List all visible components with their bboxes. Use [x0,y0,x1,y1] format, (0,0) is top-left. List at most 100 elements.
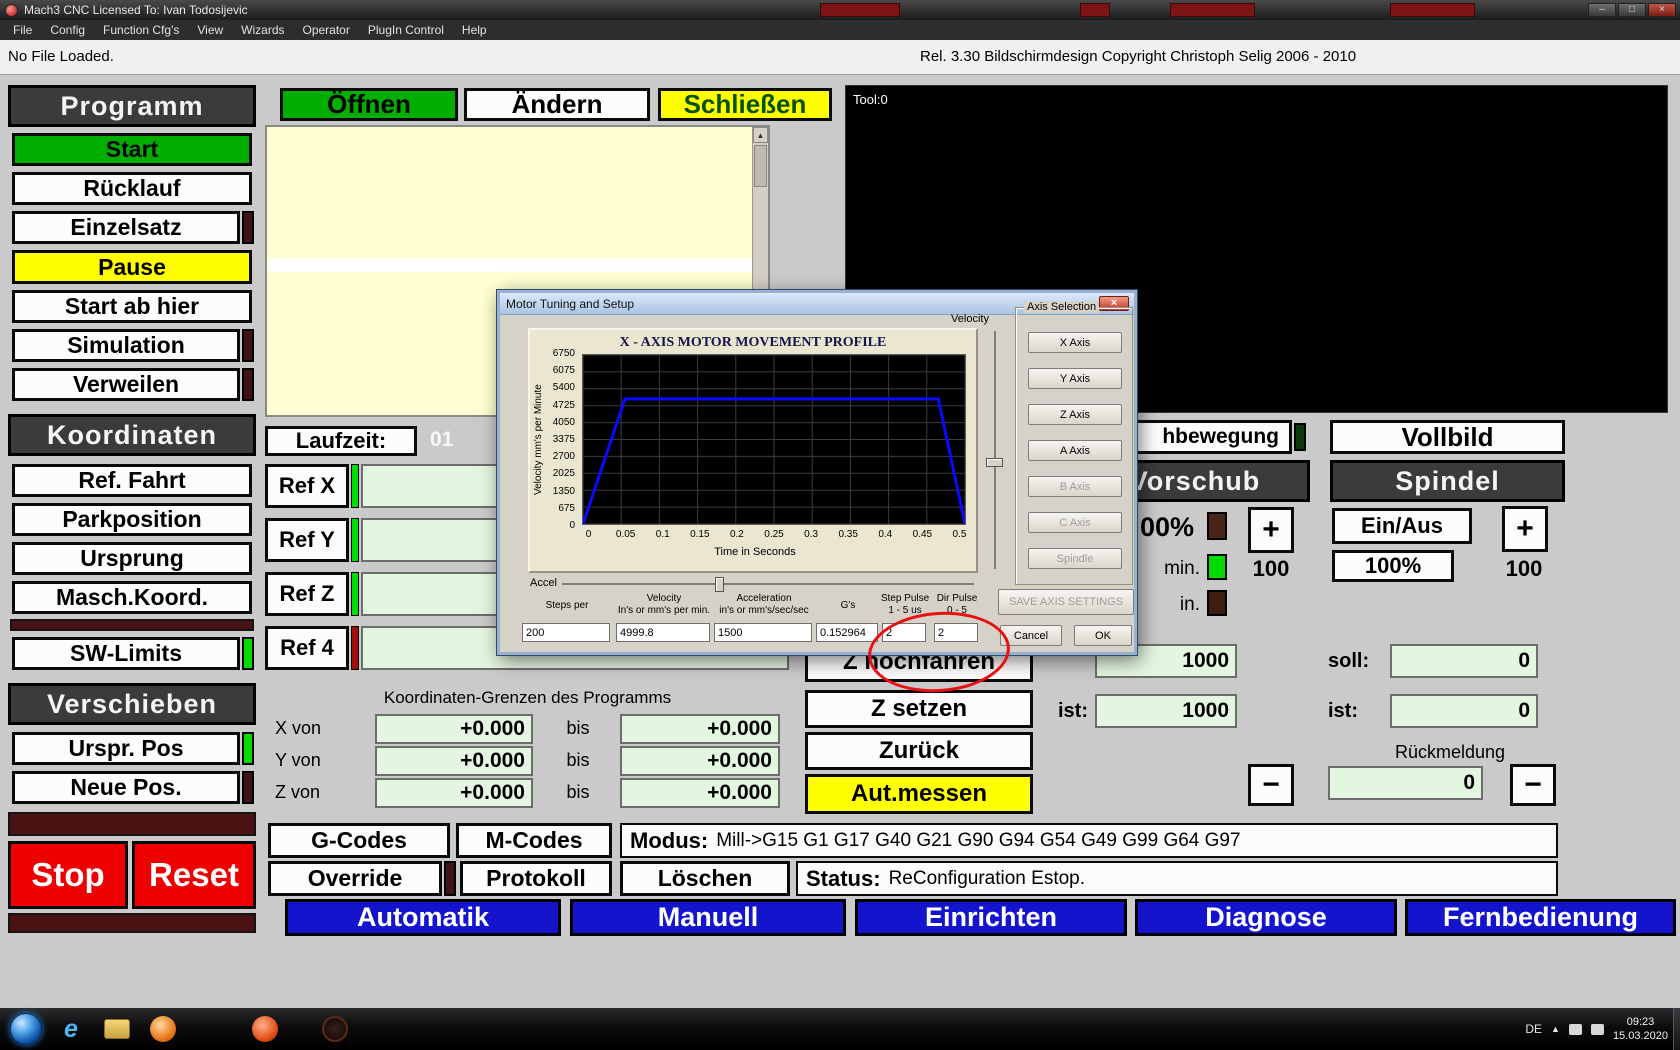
taskbar-clock[interactable]: 09:23 15.03.2020 [1613,1015,1668,1043]
aut-messen-button[interactable]: Aut.messen [805,774,1033,814]
step-pulse-label: Step Pulse [880,593,930,604]
scrollbar-thumb[interactable] [754,145,767,187]
accel-slider[interactable] [562,583,974,585]
ref-y-button[interactable]: Ref Y [265,518,349,562]
g-codes-button[interactable]: G-Codes [268,823,450,858]
steps-per-input[interactable] [522,623,610,642]
browser-ball-icon[interactable] [252,1016,278,1042]
pause-button[interactable]: Pause [12,250,252,284]
zurueck-button[interactable]: Zurück [805,732,1033,770]
x-tick-label: 0 [585,529,592,540]
vorschub-plus-button[interactable]: + [1248,507,1294,553]
start-orb-icon[interactable] [10,1013,42,1045]
sw-limits-button[interactable]: SW-Limits [12,637,240,670]
tab-diagnose[interactable]: Diagnose [1135,899,1397,936]
urspr-pos-button[interactable]: Urspr. Pos [12,732,240,765]
ref-fahrt-button[interactable]: Ref. Fahrt [12,464,252,497]
loeschen-button[interactable]: Löschen [620,861,790,896]
override-button[interactable]: Override [268,861,442,896]
start-ab-hier-button[interactable]: Start ab hier [12,290,252,323]
spindel-ein-aus-button[interactable]: Ein/Aus [1332,508,1472,544]
neue-pos-button[interactable]: Neue Pos. [12,771,240,804]
schliessen-button[interactable]: Schließen [658,88,832,121]
media-player-icon[interactable] [150,1016,176,1042]
ruecklauf-button[interactable]: Rücklauf [12,172,252,205]
steps-per-label: Steps per [545,600,589,611]
vorschub-led-3 [1207,590,1227,616]
tab-fernbedienung[interactable]: Fernbedienung [1405,899,1676,936]
menu-config[interactable]: Config [41,20,94,40]
minimize-icon[interactable]: – [1588,3,1616,17]
b-axis-button[interactable]: B Axis [1028,476,1122,497]
vollbild-button[interactable]: Vollbild [1330,420,1565,454]
ref-z-button[interactable]: Ref Z [265,572,349,616]
reset-button[interactable]: Reset [132,841,256,909]
z-axis-button[interactable]: Z Axis [1028,404,1122,425]
acceleration-input[interactable] [714,623,812,642]
menu-help[interactable]: Help [453,20,496,40]
velocity-slider-thumb[interactable] [986,458,1003,467]
accel-slider-thumb[interactable] [715,577,724,592]
vorschub-led-1 [1207,512,1227,540]
a-axis-button[interactable]: A Axis [1028,440,1122,461]
start-button[interactable]: Start [12,133,252,166]
mach3-taskbar-icon[interactable] [322,1016,348,1042]
scroll-up-icon[interactable]: ▲ [753,127,768,143]
mach3-main-window: Mach3 CNC Licensed To: Ivan Todosijevic … [0,0,1680,1050]
tab-manuell[interactable]: Manuell [570,899,846,936]
network-icon[interactable] [1568,1023,1582,1035]
close-icon[interactable]: × [1648,3,1676,17]
vorschub-ist-label: ist: [1058,700,1088,722]
menu-operator[interactable]: Operator [294,20,359,40]
y-axis-button[interactable]: Y Axis [1028,368,1122,389]
parkposition-button[interactable]: Parkposition [12,503,252,536]
ok-button[interactable]: OK [1074,625,1132,646]
x-axis-button[interactable]: X Axis [1028,332,1122,353]
volume-icon[interactable] [1590,1023,1604,1035]
velocity-slider[interactable] [994,331,996,569]
tab-automatik[interactable]: Automatik [285,899,561,936]
tab-einrichten[interactable]: Einrichten [855,899,1127,936]
protokoll-button[interactable]: Protokoll [460,861,612,896]
vorschub-override-value: 00% [1140,512,1195,542]
verweilen-button[interactable]: Verweilen [12,368,240,401]
oeffnen-button[interactable]: Öffnen [280,88,458,121]
menu-file[interactable]: File [4,20,41,40]
menu-view[interactable]: View [188,20,232,40]
x-tick-label: 0.25 [764,529,784,540]
maximize-icon[interactable]: □ [1618,3,1646,17]
spindel-pct-button[interactable]: 100% [1332,550,1454,582]
explorer-folder-icon[interactable] [104,1016,130,1042]
menu-wizards[interactable]: Wizards [232,20,293,40]
c-axis-button[interactable]: C Axis [1028,512,1122,533]
ursprung-button[interactable]: Ursprung [12,542,252,575]
aendern-button[interactable]: Ändern [464,88,650,121]
save-axis-settings-button[interactable]: SAVE AXIS SETTINGS [998,589,1134,615]
ref-x-button[interactable]: Ref X [265,464,349,508]
rueckmeldung-label: Rückmeldung [1394,742,1506,762]
menu-plugin-control[interactable]: PlugIn Control [359,20,453,40]
status-label: Status: [806,865,881,891]
grenzen-z-label: Z von [275,782,321,802]
window-title: Mach3 CNC Licensed To: Ivan Todosijevic [24,3,248,17]
tray-expand-icon[interactable]: ▲ [1551,1024,1560,1034]
urspr-pos-led [242,732,254,765]
masch-koord-button[interactable]: Masch.Koord. [12,581,252,614]
laufzeit-button[interactable]: Laufzeit: [265,426,417,456]
stop-button[interactable]: Stop [8,841,128,909]
einzelsatz-button[interactable]: Einzelsatz [12,211,240,244]
language-indicator[interactable]: DE [1525,1022,1542,1036]
simulation-button[interactable]: Simulation [12,329,240,362]
gs-input[interactable] [816,623,878,642]
m-codes-button[interactable]: M-Codes [456,823,612,858]
spindle-button[interactable]: Spindle [1028,548,1122,569]
spindel-plus-button[interactable]: + [1502,506,1548,552]
show-desktop-button[interactable] [1673,1008,1680,1050]
z-setzen-button[interactable]: Z setzen [805,690,1033,728]
vorschub-minus-button[interactable]: − [1248,764,1294,806]
velocity-input[interactable] [616,623,710,642]
spindel-minus-button[interactable]: − [1510,764,1556,806]
ref-4-button[interactable]: Ref 4 [265,626,349,670]
menu-function-cfgs[interactable]: Function Cfg's [94,20,188,40]
internet-explorer-icon[interactable]: e [58,1015,84,1043]
